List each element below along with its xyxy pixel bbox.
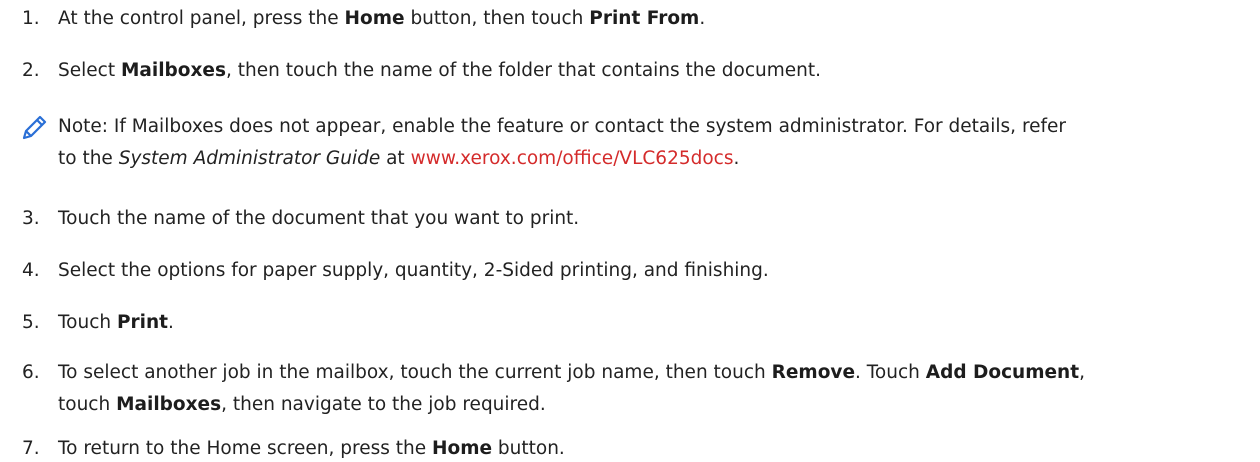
note-line-1: Note: If Mailboxes does not appear, enab… [58, 116, 1067, 137]
step-number: 7. [22, 438, 40, 459]
step-number: 1. [22, 8, 40, 29]
instruction-list: 1. At the control panel, press the Home … [0, 0, 1260, 462]
step-text: Select the options for paper supply, qua… [58, 260, 769, 281]
mailboxes-term: Mailboxes [120, 60, 226, 81]
note-block: Note: If Mailboxes does not appear, enab… [0, 112, 1260, 182]
remove-term: Remove [771, 362, 856, 383]
step-text-line-2: touch Mailboxes, then navigate to the jo… [58, 394, 546, 415]
mailboxes-term: Mailboxes [116, 394, 222, 415]
step-text: Touch the name of the document that you … [58, 208, 580, 229]
home-button-term: Home [432, 438, 493, 459]
step-text-line-1: To select another job in the mailbox, to… [58, 362, 1085, 383]
note-line-2: to the System Administrator Guide at www… [58, 148, 740, 169]
step-number: 3. [22, 208, 40, 229]
step-number: 4. [22, 260, 40, 281]
step-number: 2. [22, 60, 40, 81]
step-text: Touch Print. [58, 312, 174, 333]
docs-link[interactable]: www.xerox.com/office/VLC625docs [411, 148, 734, 169]
pencil-icon [22, 115, 47, 140]
step-text: To return to the Home screen, press the … [58, 438, 565, 459]
home-button-term: Home [344, 8, 405, 29]
step-text: At the control panel, press the Home but… [58, 8, 706, 29]
step-number: 6. [22, 362, 40, 383]
guide-title: System Administrator Guide [118, 148, 381, 169]
print-from-term: Print From [589, 8, 700, 29]
step-number: 5. [22, 312, 40, 333]
print-term: Print [116, 312, 169, 333]
add-document-term: Add Document [925, 362, 1080, 383]
step-text: Select Mailboxes, then touch the name of… [58, 60, 822, 81]
